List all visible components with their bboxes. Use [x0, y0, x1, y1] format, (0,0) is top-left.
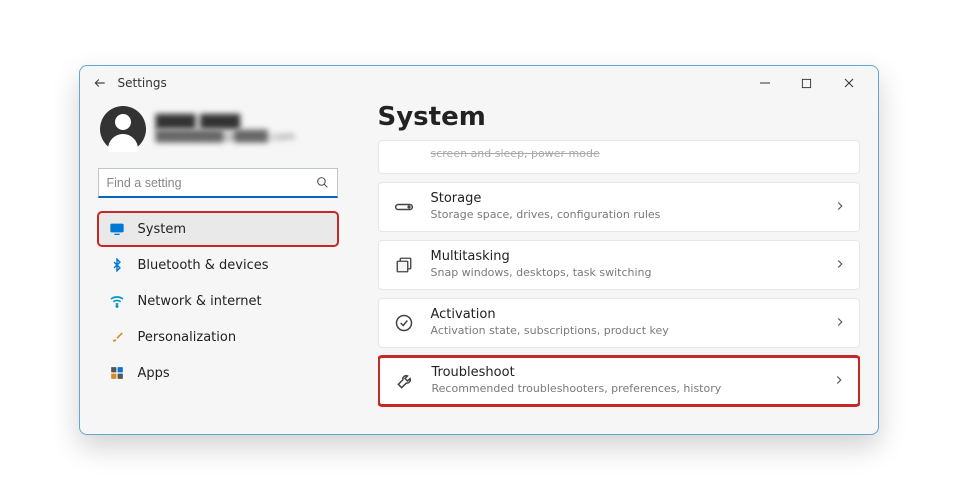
sidebar-item-bluetooth[interactable]: Bluetooth & devices: [98, 248, 338, 282]
minimize-button[interactable]: [744, 69, 786, 97]
sidebar-item-label: Bluetooth & devices: [138, 258, 269, 273]
multitask-icon: [391, 252, 417, 278]
chevron-right-icon: [832, 372, 846, 391]
card-subtitle: Activation state, subscriptions, product…: [431, 324, 833, 338]
main-content: System screen and sleep, power mode › St…: [338, 100, 860, 424]
maximize-button[interactable]: [786, 69, 828, 97]
sidebar-item-label: Network & internet: [138, 294, 262, 309]
brush-icon: [108, 328, 126, 346]
app-title: Settings: [118, 76, 167, 90]
card-subtitle: screen and sleep, power mode: [431, 147, 841, 161]
sidebar-item-personalization[interactable]: Personalization: [98, 320, 338, 354]
wrench-icon: [392, 368, 418, 394]
titlebar: Settings: [80, 66, 878, 100]
settings-card-troubleshoot[interactable]: Troubleshoot Recommended troubleshooters…: [378, 356, 860, 406]
card-title: Activation: [431, 307, 833, 324]
settings-card-multitasking[interactable]: Multitasking Snap windows, desktops, tas…: [378, 240, 860, 290]
avatar: [100, 106, 146, 152]
chevron-right-icon: [833, 198, 847, 217]
checkmark-circle-icon: [391, 310, 417, 336]
settings-card-storage[interactable]: Storage Storage space, drives, configura…: [378, 182, 860, 232]
search-box[interactable]: [98, 168, 338, 198]
wifi-icon: [108, 292, 126, 310]
sidebar-item-apps[interactable]: Apps: [98, 356, 338, 390]
close-button[interactable]: [828, 69, 870, 97]
card-title: Storage: [431, 191, 833, 208]
chevron-right-icon: [833, 256, 847, 275]
sidebar-item-system[interactable]: System: [98, 212, 338, 246]
monitor-icon: [108, 220, 126, 238]
card-subtitle: Snap windows, desktops, task switching: [431, 266, 833, 280]
profile-block[interactable]: ████ ████ ████████@████.com: [100, 106, 338, 152]
sidebar-item-network[interactable]: Network & internet: [98, 284, 338, 318]
profile-name: ████ ████: [156, 115, 296, 130]
card-subtitle: Storage space, drives, configuration rul…: [431, 208, 833, 222]
back-button[interactable]: [88, 71, 112, 95]
drive-icon: [391, 194, 417, 220]
search-input[interactable]: [99, 176, 309, 190]
card-title: Multitasking: [431, 249, 833, 266]
apps-icon: [108, 364, 126, 382]
settings-card-power-truncated[interactable]: screen and sleep, power mode ›: [378, 140, 860, 174]
page-title: System: [378, 102, 860, 132]
sidebar-item-label: Personalization: [138, 330, 237, 345]
search-icon: [309, 176, 337, 189]
chevron-right-icon: [833, 314, 847, 333]
nav-list: System Bluetooth & devices Network & int…: [98, 212, 338, 390]
sidebar-item-label: Apps: [138, 366, 170, 381]
card-title: Troubleshoot: [432, 365, 832, 382]
window-controls: [744, 69, 870, 97]
sidebar: ████ ████ ████████@████.com System: [98, 100, 338, 424]
settings-card-activation[interactable]: Activation Activation state, subscriptio…: [378, 298, 860, 348]
card-subtitle: Recommended troubleshooters, preferences…: [432, 382, 832, 396]
bluetooth-icon: [108, 256, 126, 274]
sidebar-item-label: System: [138, 222, 186, 237]
profile-email: ████████@████.com: [156, 130, 296, 143]
settings-window: Settings ████ ████ ████████@████.com: [79, 65, 879, 435]
settings-list: screen and sleep, power mode › Storage S…: [378, 140, 860, 424]
